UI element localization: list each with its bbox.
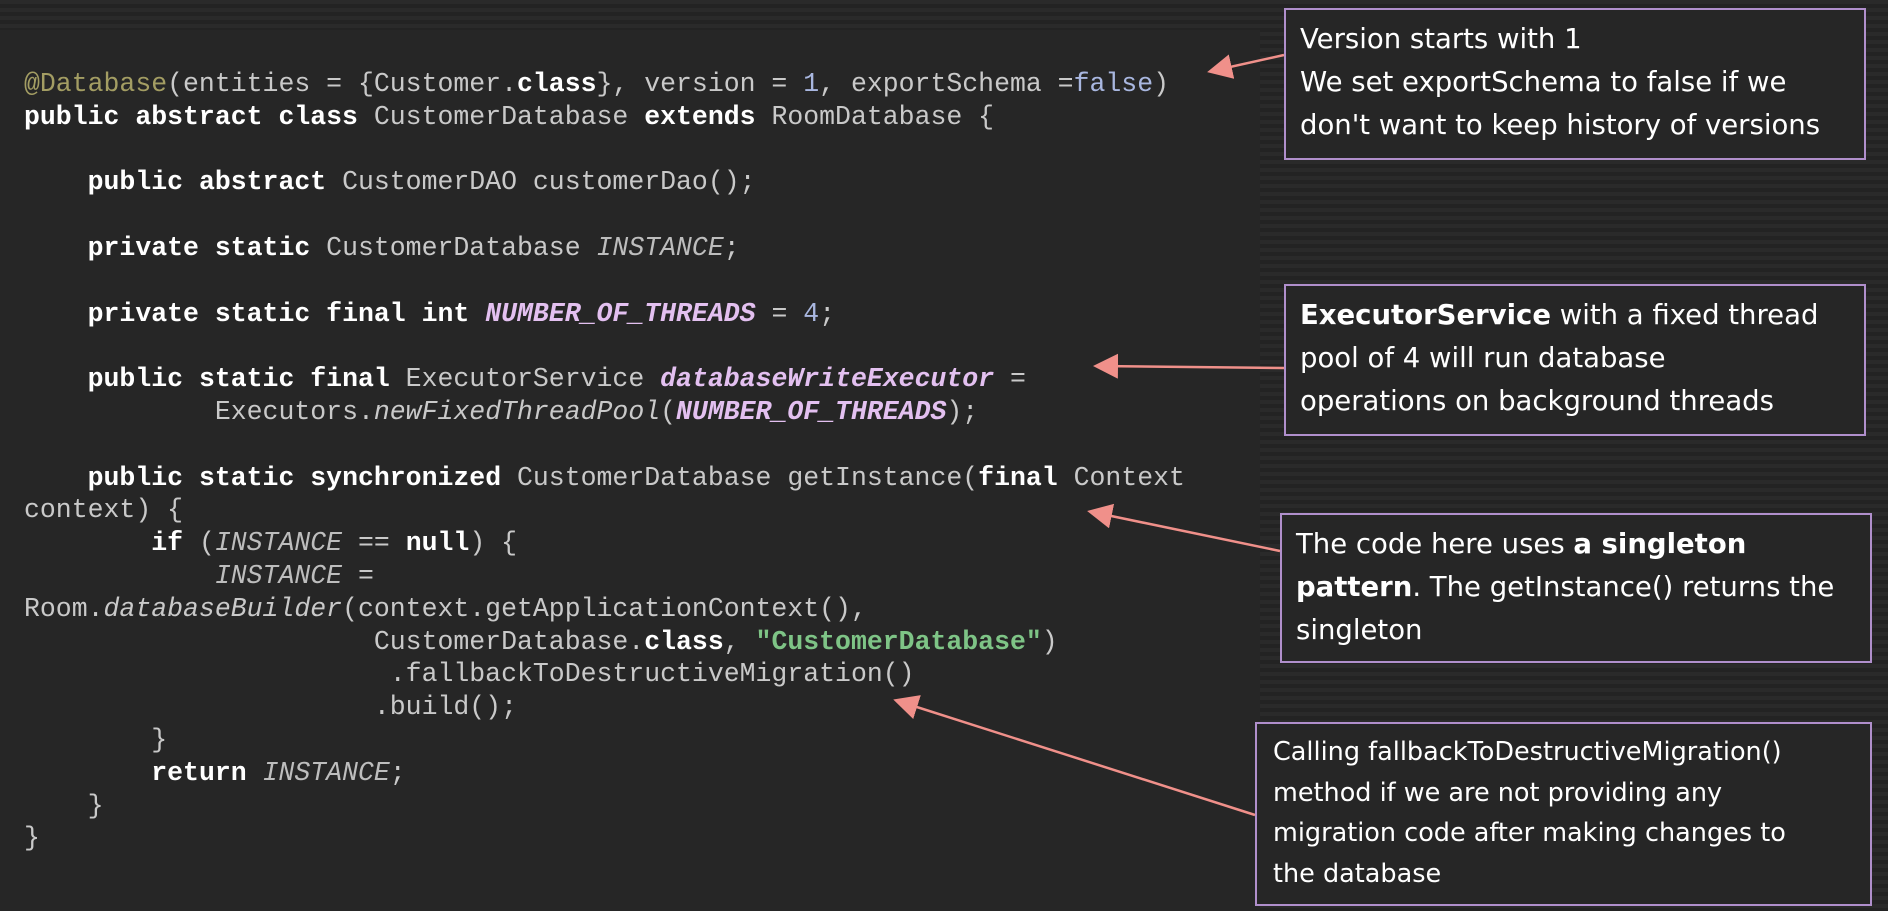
arrow-executor (1093, 353, 1285, 379)
arrow-fallback (893, 695, 1256, 817)
callout-arrows (893, 53, 1285, 817)
arrow-singleton (1087, 503, 1281, 553)
arrow-version (1207, 53, 1285, 79)
